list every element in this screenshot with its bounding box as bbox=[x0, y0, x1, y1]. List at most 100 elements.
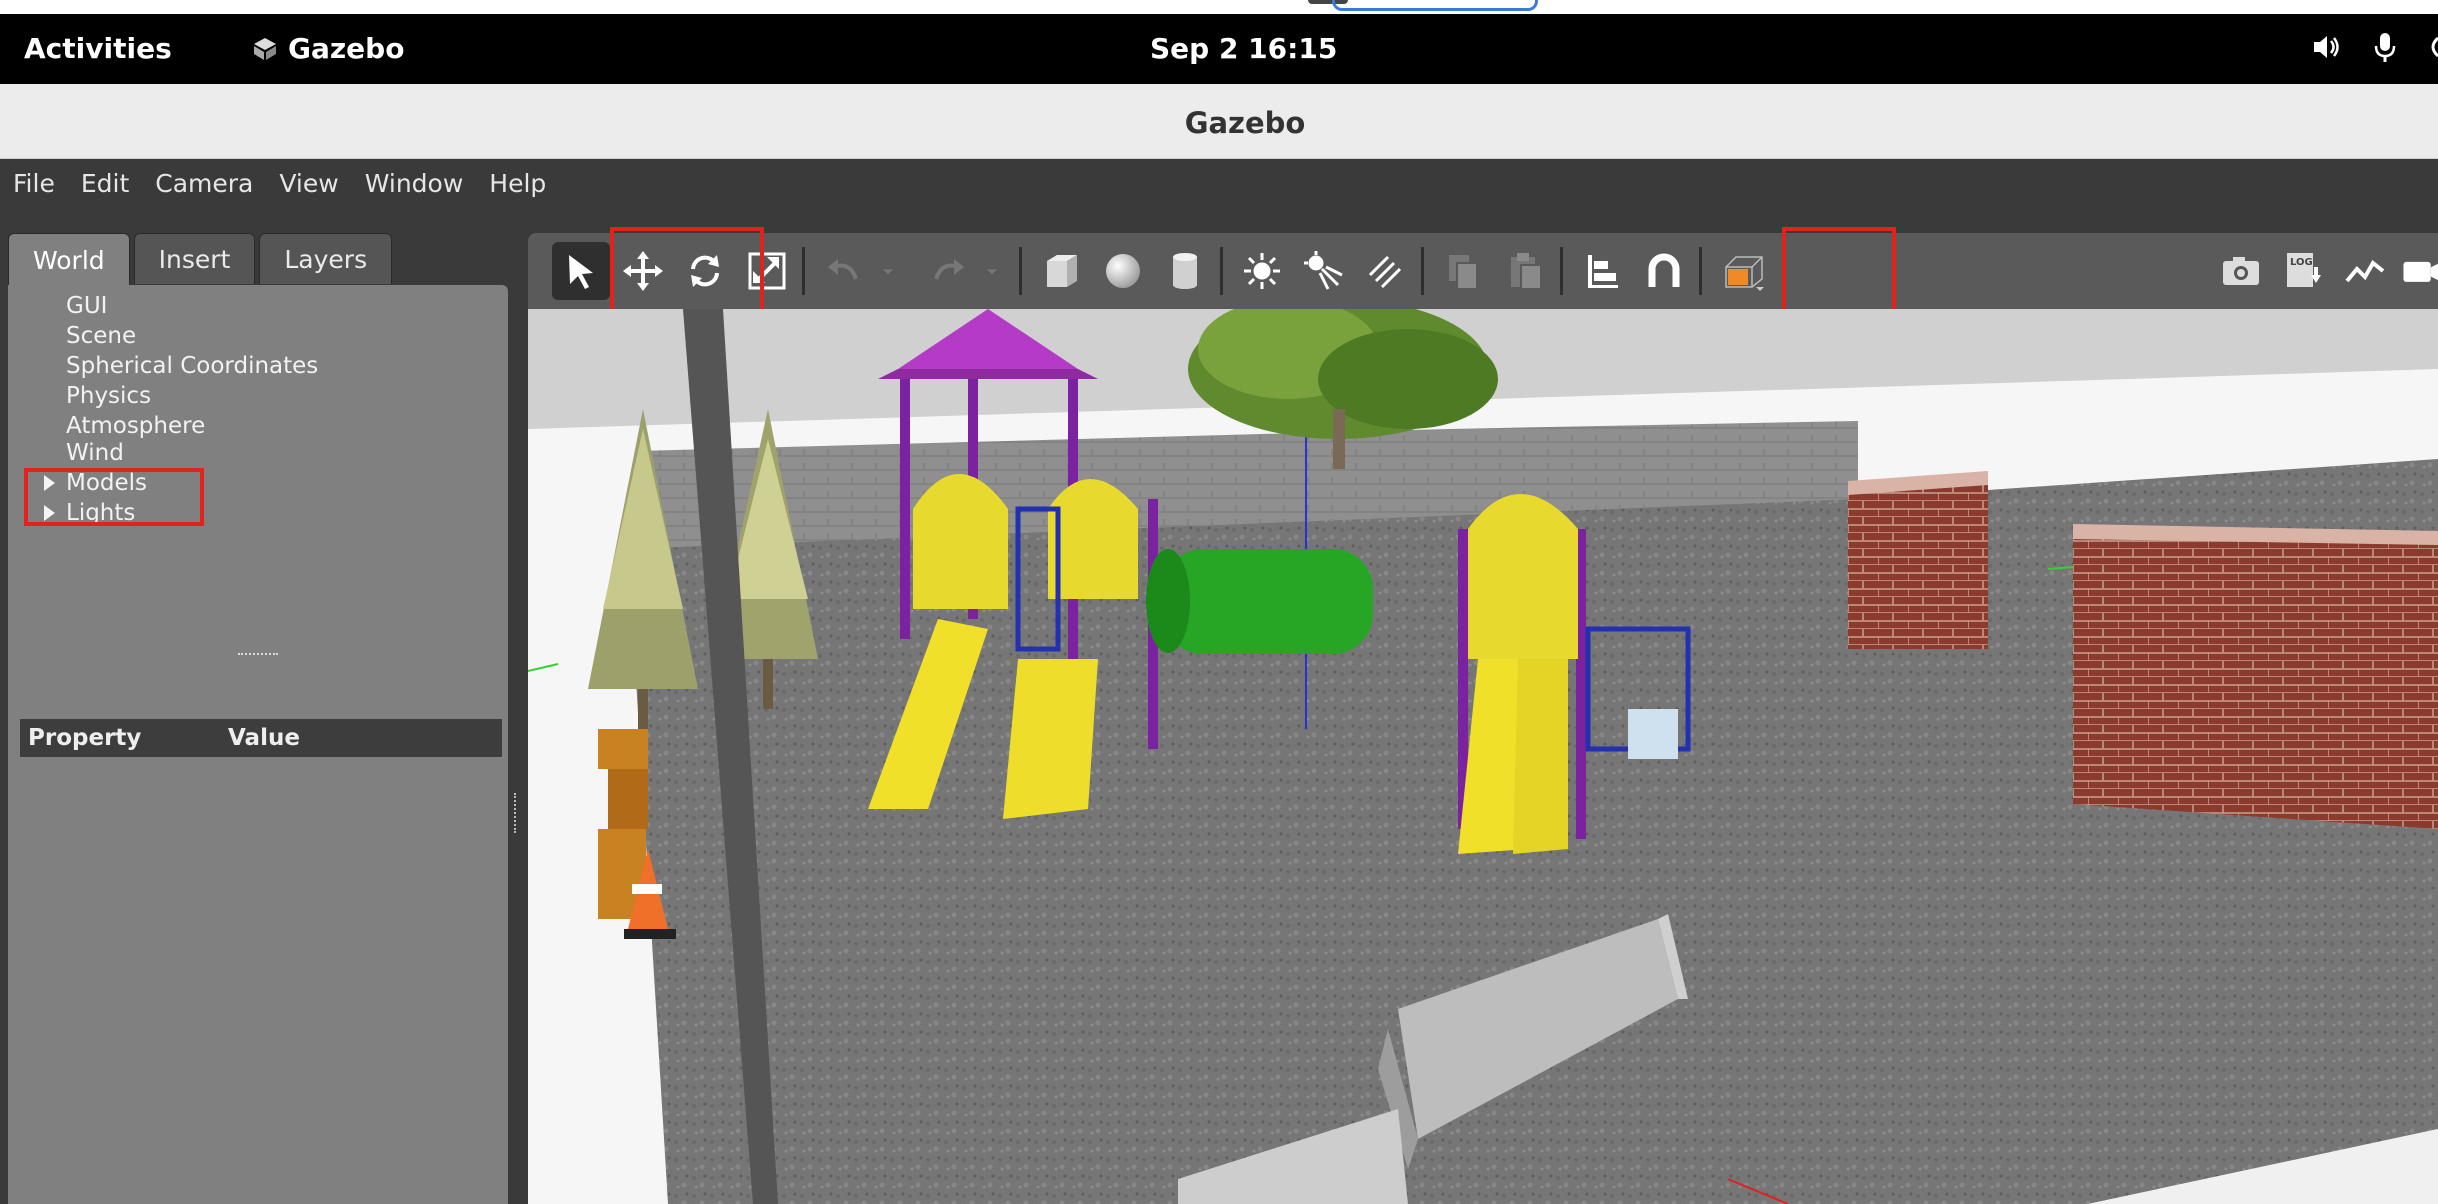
view-angle-highlight-box bbox=[1782, 227, 1896, 319]
undo-history-dropdown[interactable] bbox=[877, 242, 899, 300]
chevron-down-icon bbox=[987, 269, 997, 275]
menu-view[interactable]: View bbox=[266, 169, 351, 198]
toolbar-right-group: LOG bbox=[2208, 233, 2438, 309]
resize-grip bbox=[514, 793, 520, 833]
top-strip bbox=[0, 0, 2438, 14]
redo-history-dropdown[interactable] bbox=[981, 242, 1003, 300]
gazebo-app-icon bbox=[254, 37, 276, 60]
toolbar-separator bbox=[1019, 247, 1022, 295]
copy-icon bbox=[1449, 255, 1478, 290]
left-panel-tabs: World Insert Layers bbox=[8, 233, 396, 286]
window-title-bar[interactable]: Gazebo bbox=[0, 84, 2438, 159]
tree-item-spherical-coordinates[interactable]: Spherical Coordinates bbox=[66, 351, 318, 381]
power-icon[interactable] bbox=[2426, 30, 2438, 64]
tree-item-label: Wind bbox=[66, 440, 124, 466]
paste-button[interactable] bbox=[1496, 242, 1554, 300]
models-highlight-box bbox=[24, 468, 204, 526]
system-tray[interactable] bbox=[2310, 30, 2438, 64]
window-title: Gazebo bbox=[1184, 106, 1306, 140]
log-icon-label: LOG bbox=[2290, 257, 2313, 268]
microphone-icon[interactable] bbox=[2370, 30, 2400, 64]
toolbar-separator bbox=[802, 247, 805, 295]
tree-item-label: Atmosphere bbox=[66, 413, 206, 439]
tree-item-label: Scene bbox=[66, 323, 137, 349]
point-light-icon bbox=[1244, 253, 1280, 289]
world-tree-pane: GUI Scene Spherical Coordinates Physics … bbox=[8, 285, 508, 1204]
undo-button[interactable] bbox=[815, 242, 873, 300]
tree-item-physics[interactable]: Physics bbox=[66, 381, 151, 411]
top-edge-search-field bbox=[1332, 0, 1538, 11]
clock[interactable]: Sep 2 16:15 bbox=[1150, 32, 1337, 65]
tree-item-label: Spherical Coordinates bbox=[66, 353, 319, 379]
view-angle-cube-icon bbox=[1725, 256, 1764, 291]
plot-icon bbox=[2345, 259, 2385, 283]
align-icon bbox=[1588, 255, 1618, 288]
tab-layers[interactable]: Layers bbox=[259, 233, 393, 284]
log-button[interactable]: LOG bbox=[2274, 242, 2332, 300]
toolbar-separator bbox=[1220, 247, 1223, 295]
sphere-shape-icon bbox=[1106, 254, 1140, 288]
transform-tools-highlight-box bbox=[610, 227, 764, 319]
menu-camera[interactable]: Camera bbox=[142, 169, 266, 198]
tree-item-label: GUI bbox=[66, 293, 108, 319]
scene-render bbox=[528, 309, 2438, 1204]
plot-button[interactable] bbox=[2336, 242, 2394, 300]
select-mode-button[interactable] bbox=[552, 242, 610, 300]
spot-light-button[interactable] bbox=[1295, 242, 1353, 300]
tree-item-gui[interactable]: GUI bbox=[66, 291, 107, 321]
value-column-header: Value bbox=[228, 725, 300, 751]
copy-button[interactable] bbox=[1434, 242, 1492, 300]
snap-magnet-icon bbox=[1648, 253, 1680, 287]
app-body: World Insert Layers GUI Scene Spherical … bbox=[0, 207, 2438, 1204]
insert-cylinder-button[interactable] bbox=[1156, 242, 1214, 300]
toolbar-separator bbox=[1699, 247, 1702, 295]
tree-item-wind[interactable]: Wind bbox=[66, 438, 124, 468]
tree-item-label: Physics bbox=[66, 383, 152, 409]
chevron-down-icon bbox=[883, 269, 893, 275]
render-view-area: LOG bbox=[528, 225, 2438, 1204]
tab-world[interactable]: World bbox=[8, 233, 130, 286]
video-record-button[interactable] bbox=[2398, 242, 2438, 300]
menu-file[interactable]: File bbox=[0, 169, 68, 198]
video-record-icon bbox=[2403, 261, 2438, 282]
property-table-header: Property Value bbox=[20, 719, 502, 757]
insert-box-button[interactable] bbox=[1032, 242, 1090, 300]
view-angle-button[interactable] bbox=[1712, 242, 1776, 300]
paste-icon bbox=[1511, 253, 1542, 290]
select-arrow-icon bbox=[569, 255, 593, 289]
align-button[interactable] bbox=[1573, 242, 1631, 300]
property-column-header: Property bbox=[28, 725, 142, 751]
directional-light-button[interactable] bbox=[1357, 242, 1415, 300]
tree-item-atmosphere[interactable]: Atmosphere bbox=[66, 411, 205, 441]
splitter-grip bbox=[238, 653, 278, 661]
toolbar-separator bbox=[1560, 247, 1563, 295]
3d-scene-viewport[interactable] bbox=[528, 309, 2438, 1204]
panel-splitter[interactable] bbox=[8, 653, 508, 661]
redo-icon bbox=[934, 259, 964, 280]
main-toolbar: LOG bbox=[528, 233, 2438, 309]
volume-icon[interactable] bbox=[2310, 30, 2344, 64]
tree-item-scene[interactable]: Scene bbox=[66, 321, 136, 351]
menu-edit[interactable]: Edit bbox=[68, 169, 142, 198]
tab-insert[interactable]: Insert bbox=[133, 233, 256, 284]
app-menu-label: Gazebo bbox=[288, 32, 405, 65]
point-light-button[interactable] bbox=[1233, 242, 1291, 300]
spot-light-icon bbox=[1304, 251, 1343, 290]
left-panel: World Insert Layers GUI Scene Spherical … bbox=[8, 225, 508, 1204]
gnome-top-bar: Activities Gazebo Sep 2 16:15 bbox=[0, 14, 2438, 84]
directional-light-icon bbox=[1368, 255, 1402, 289]
toolbar-separator bbox=[1421, 247, 1424, 295]
screenshot-camera-icon bbox=[2223, 257, 2259, 285]
menu-help[interactable]: Help bbox=[476, 169, 559, 198]
activities-button[interactable]: Activities bbox=[24, 32, 172, 65]
cylinder-shape-icon bbox=[1173, 253, 1197, 289]
redo-button[interactable] bbox=[919, 242, 977, 300]
log-icon: LOG bbox=[2287, 253, 2321, 287]
snap-button[interactable] bbox=[1635, 242, 1693, 300]
menu-bar: File Edit Camera View Window Help bbox=[0, 159, 2438, 207]
menu-window[interactable]: Window bbox=[352, 169, 477, 198]
panel-resize-handle[interactable] bbox=[508, 207, 528, 1204]
insert-sphere-button[interactable] bbox=[1094, 242, 1152, 300]
app-menu[interactable]: Gazebo bbox=[252, 32, 404, 65]
screenshot-button[interactable] bbox=[2212, 242, 2270, 300]
